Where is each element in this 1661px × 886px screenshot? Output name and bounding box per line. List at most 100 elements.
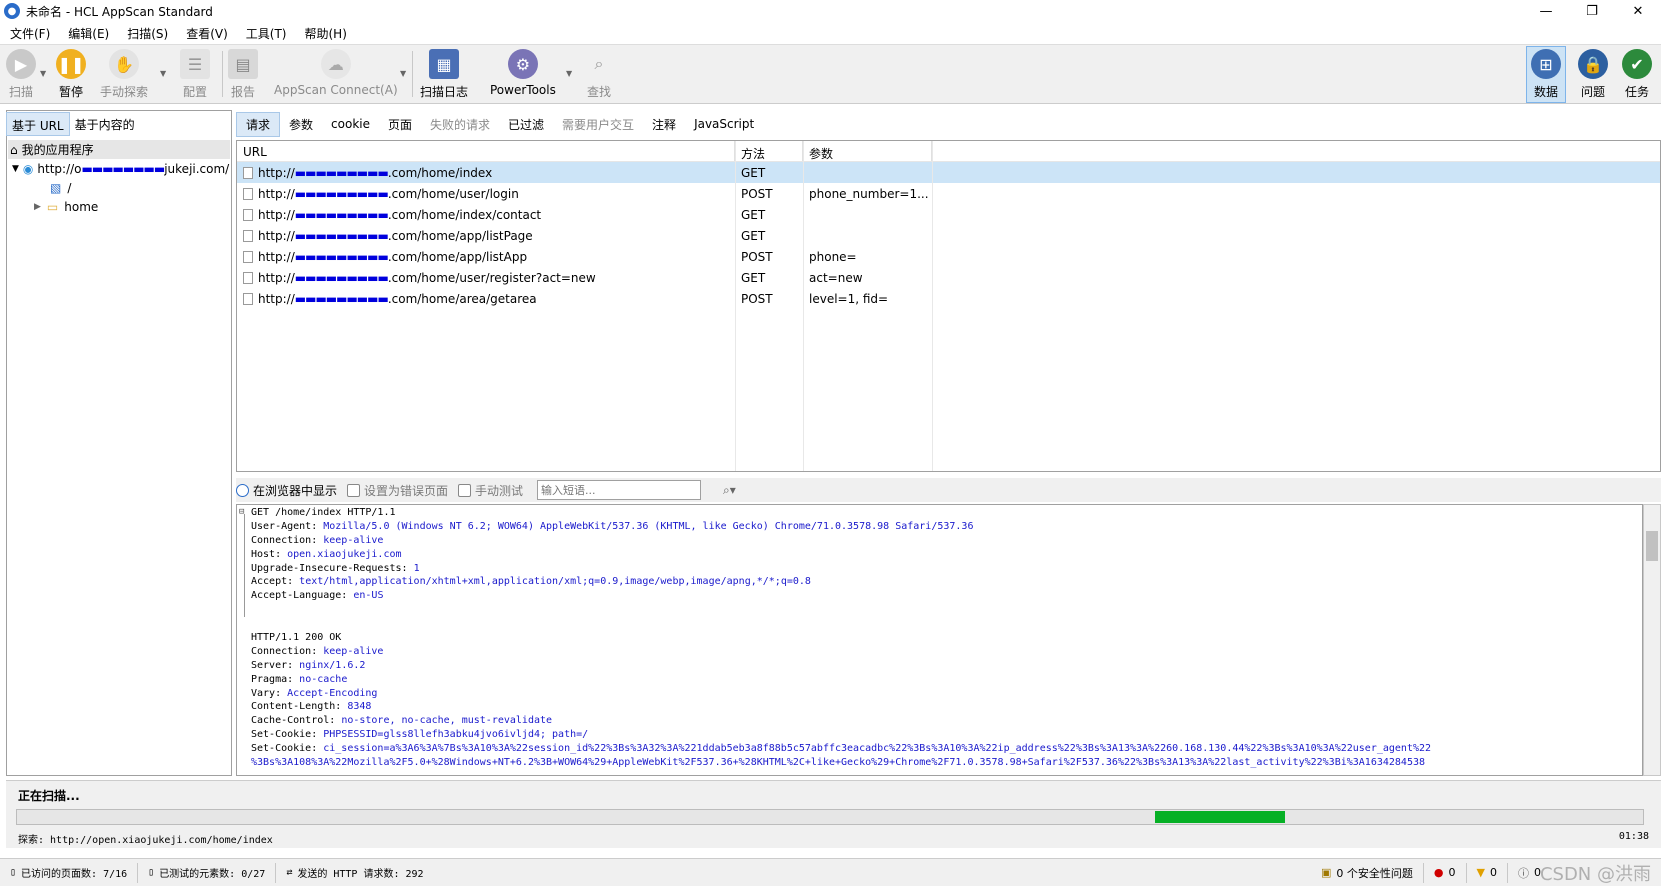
- powertools-button[interactable]: ⚙ PowerTools: [490, 47, 556, 101]
- search-options-icon[interactable]: ⌕▾: [723, 483, 736, 498]
- table-row[interactable]: http://▬▬▬▬▬▬▬▬▬.com/home/user/register?…: [237, 267, 1660, 288]
- show-in-browser-label: 在浏览器中显示: [253, 483, 338, 498]
- tasks-view-button[interactable]: ✔ 任务: [1622, 47, 1652, 101]
- connect-dropdown-icon[interactable]: ▼: [400, 69, 406, 78]
- document-icon: [243, 167, 253, 179]
- header-params[interactable]: 参数: [803, 141, 932, 161]
- header-url[interactable]: URL: [237, 141, 735, 161]
- http-view-scrollbar[interactable]: [1643, 504, 1661, 776]
- lock-icon: 🔒: [1578, 49, 1608, 79]
- high-severity-count[interactable]: ● 0: [1424, 862, 1467, 883]
- redaction-scribble: ▬▬▬▬▬▬▬▬▬: [294, 270, 389, 285]
- url-path: .com/home/area/getarea: [387, 291, 537, 306]
- menu-view[interactable]: 查看(V): [186, 25, 228, 42]
- security-issues[interactable]: ▣ 0 个安全性问题: [1311, 862, 1424, 883]
- tab-3[interactable]: 页面: [379, 113, 421, 136]
- scan-label: 扫描: [8, 85, 33, 99]
- http-raw-view[interactable]: ⊟ GET /home/index HTTP/1.1 User-Agent: Mo…: [236, 504, 1643, 776]
- set-error-page-button[interactable]: 设置为错误页面: [347, 482, 448, 499]
- table-row[interactable]: http://▬▬▬▬▬▬▬▬▬.com/home/area/getarea PO…: [237, 288, 1660, 309]
- http-line: Set-Cookie: PHPSESSID=glss8llefh3abku4jv…: [251, 729, 1642, 743]
- manual-explore-button[interactable]: ✋ 手动探索: [100, 47, 148, 101]
- config-button[interactable]: ☰ 配置: [180, 47, 210, 101]
- menu-tools[interactable]: 工具(T): [246, 25, 287, 42]
- expand-chevron-icon[interactable]: ▼: [12, 164, 19, 174]
- scan-dropdown-icon[interactable]: ▼: [40, 69, 46, 78]
- scrollbar-thumb[interactable]: [1646, 531, 1658, 561]
- url-prefix: http://: [258, 291, 295, 306]
- lock-icon: ▣: [1321, 866, 1332, 879]
- tab-4[interactable]: 失败的请求: [421, 113, 499, 136]
- powertools-dropdown-icon[interactable]: ▼: [566, 69, 572, 78]
- tab-0[interactable]: 请求: [236, 111, 281, 137]
- table-row[interactable]: http://▬▬▬▬▬▬▬▬▬.com/home/user/login POST…: [237, 183, 1660, 204]
- log-book-icon: ▦: [429, 49, 459, 79]
- issues-view-button[interactable]: 🔒 问题: [1578, 47, 1608, 101]
- table-row[interactable]: http://▬▬▬▬▬▬▬▬▬.com/home/index GET: [237, 162, 1660, 183]
- document-icon: [243, 272, 253, 284]
- config-label: 配置: [182, 85, 207, 99]
- menu-file[interactable]: 文件(F): [10, 25, 50, 42]
- appscan-connect-label: AppScan Connect(A): [274, 83, 398, 97]
- cell-method: GET: [741, 207, 766, 222]
- table-row[interactable]: http://▬▬▬▬▬▬▬▬▬.com/home/app/listApp POS…: [237, 246, 1660, 267]
- scan-current-url: 探索: http://open.xiaojukeji.com/home/inde…: [18, 835, 273, 846]
- http-key: HTTP/1.1 200 OK: [251, 632, 342, 644]
- cell-url: http://▬▬▬▬▬▬▬▬▬.com/home/app/listPage: [237, 229, 735, 243]
- scan-button[interactable]: ▶ 扫描: [6, 47, 36, 101]
- menu-scan[interactable]: 扫描(S): [127, 25, 168, 42]
- security-issues-text: 0 个安全性问题: [1336, 866, 1413, 880]
- minimize-button[interactable]: —: [1523, 0, 1569, 22]
- menu-help[interactable]: 帮助(H): [305, 25, 347, 42]
- table-row[interactable]: http://▬▬▬▬▬▬▬▬▬.com/home/app/listPage GE…: [237, 225, 1660, 246]
- table-row[interactable]: http://▬▬▬▬▬▬▬▬▬.com/home/index/contact G…: [237, 204, 1660, 225]
- tab-8[interactable]: JavaScript: [685, 114, 763, 134]
- tree-root[interactable]: ⌂ 我的应用程序: [8, 140, 230, 159]
- cell-method: GET: [741, 165, 766, 180]
- header-method[interactable]: 方法: [735, 141, 803, 161]
- http-line: Server: nginx/1.6.2: [251, 660, 1642, 674]
- tree-host-node[interactable]: ▼ ◉ http://o ▬▬▬▬▬▬▬▬ jukeji.com/: [8, 159, 230, 178]
- tab-content-based[interactable]: 基于内容的: [70, 112, 140, 136]
- warning-icon: ▼: [1476, 866, 1485, 879]
- url-prefix: http://: [258, 165, 295, 180]
- url-prefix: http://: [258, 207, 295, 222]
- tab-url-based[interactable]: 基于 URL: [6, 112, 70, 136]
- tab-1[interactable]: 参数: [280, 113, 322, 136]
- cell-url: http://▬▬▬▬▬▬▬▬▬.com/home/app/listApp: [237, 250, 735, 264]
- redaction-scribble: ▬▬▬▬▬▬▬▬▬: [294, 249, 389, 264]
- tree-node-slash[interactable]: ▧ /: [8, 178, 230, 197]
- tree-node-home[interactable]: ▶ ▭ home: [8, 197, 230, 216]
- close-button[interactable]: ✕: [1615, 0, 1661, 22]
- pause-button[interactable]: ❚❚ 暂停: [56, 47, 86, 101]
- restore-button[interactable]: ❐: [1569, 0, 1615, 22]
- report-button[interactable]: ▤ 报告: [228, 47, 258, 101]
- visited-pages: ▯ 已访问的页面数: 7/16: [0, 862, 139, 883]
- manual-explore-dropdown-icon[interactable]: ▼: [160, 69, 166, 78]
- cloud-upload-icon: ☁: [320, 49, 351, 79]
- tab-7[interactable]: 注释: [643, 113, 685, 136]
- scan-log-button[interactable]: ▦ 扫描日志: [420, 47, 468, 101]
- http-value: Accept-Encoding: [287, 687, 378, 699]
- http-key: GET /home/index HTTP/1.1: [251, 507, 396, 518]
- menu-edit[interactable]: 编辑(E): [68, 25, 109, 42]
- gear-icon: ⚙: [507, 49, 538, 79]
- cell-method: POST: [741, 249, 773, 264]
- tab-2[interactable]: cookie: [322, 114, 379, 134]
- http-line: Connection: keep-alive: [251, 535, 1642, 549]
- manual-test-button[interactable]: 手动测试: [458, 482, 523, 499]
- window-controls: — ❐ ✕: [1523, 0, 1661, 22]
- http-value: keep-alive: [323, 534, 384, 546]
- tab-6[interactable]: 需要用户交互: [553, 113, 643, 136]
- show-in-browser-button[interactable]: 在浏览器中显示: [236, 482, 337, 499]
- medium-severity-count[interactable]: ▼ 0: [1467, 862, 1508, 883]
- http-value: no-store, no-cache, must-revalidate: [341, 715, 553, 727]
- appscan-connect-button[interactable]: ☁ AppScan Connect(A): [274, 47, 398, 101]
- tab-5[interactable]: 已过滤: [499, 113, 553, 136]
- cell-params: phone_number=1...: [809, 186, 929, 201]
- http-key: Upgrade-Insecure-Requests:: [251, 562, 414, 574]
- find-button[interactable]: ⌕ 查找: [584, 47, 614, 101]
- data-view-button[interactable]: ⊞ 数据: [1526, 46, 1566, 103]
- search-input[interactable]: [537, 480, 702, 500]
- expand-arrow-icon[interactable]: ▶: [34, 202, 41, 212]
